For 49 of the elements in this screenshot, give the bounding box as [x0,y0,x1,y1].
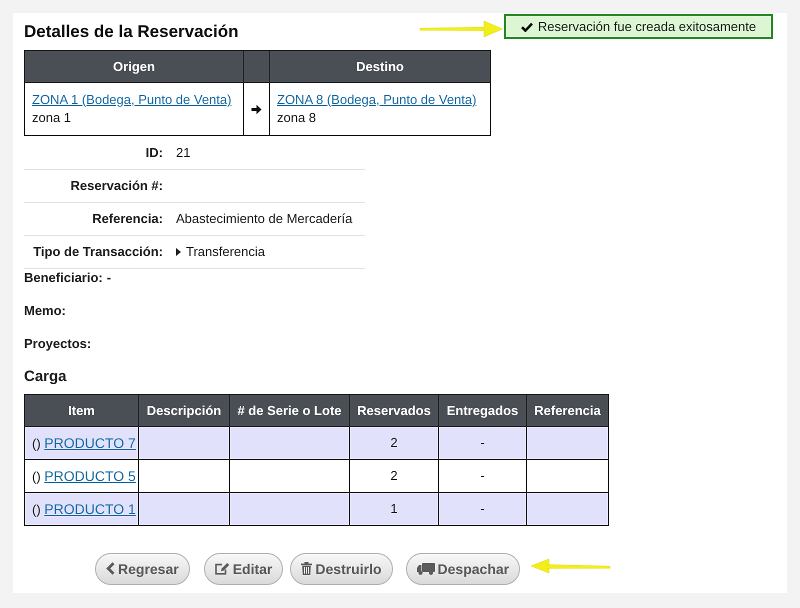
field-label: ID: [24,136,172,169]
field-label: Memo: [24,302,66,320]
edit-icon [214,562,230,575]
field-label: Reservación #: [24,169,172,202]
location-name: zona 8 [277,109,318,127]
column-header: Item [24,394,138,426]
product-link[interactable]: PRODUCTO 7 [44,434,136,450]
arrow-right-icon [251,104,262,114]
field-value: 21 [172,136,365,169]
table-cell: 1 [350,492,438,525]
item-code: () [32,468,41,484]
table-cell: - [438,426,526,459]
field-label: Referencia: [24,202,172,235]
truck-icon [416,562,435,574]
chevron-left-icon [106,562,115,575]
product-link[interactable]: PRODUCTO 1 [44,500,136,516]
table-cell: 2 [350,426,438,459]
product-link[interactable]: PRODUCTO 5 [44,468,136,484]
notice-text: Reservación fue creada exitosamente [538,19,756,34]
column-header: Origen [24,50,244,82]
delete-button[interactable]: Destruirlo [290,552,393,584]
column-header: Entregados [438,394,526,426]
check-icon [520,22,533,32]
caret-right-icon [176,248,181,256]
page-title: Detalles de la Reservación [24,22,239,42]
field-label: Proyectos: [24,334,92,352]
table-cell: - [438,492,526,525]
field-label: Beneficiario: [24,268,103,286]
column-header: Destino [270,50,490,82]
item-code: () [32,502,41,516]
location-name: zona 1 [32,109,72,127]
back-button[interactable]: Regresar [95,552,190,584]
field-value: - [106,268,112,286]
table-cell: - [438,459,526,492]
column-header: Descripción [138,394,230,426]
location-link[interactable]: ZONA 8 (Bodega, Punto de Venta) [277,91,476,109]
field-value: Abastecimiento de Mercadería [172,202,365,235]
table-cell: 2 [350,459,438,492]
edit-button[interactable]: Editar [204,552,284,584]
section-title: Carga [24,368,67,386]
column-header: Referencia [526,394,608,426]
field-value: Transferencia [186,244,265,259]
location-link[interactable]: ZONA 1 (Bodega, Punto de Venta) [32,91,232,109]
field-label: Tipo de Transacción: [24,235,172,268]
trash-icon [301,562,312,575]
column-header: # de Serie o Lote [230,394,350,426]
item-code: () [32,436,41,450]
dispatch-button[interactable]: Despachar [406,552,520,584]
column-header: Reservados [350,394,438,426]
